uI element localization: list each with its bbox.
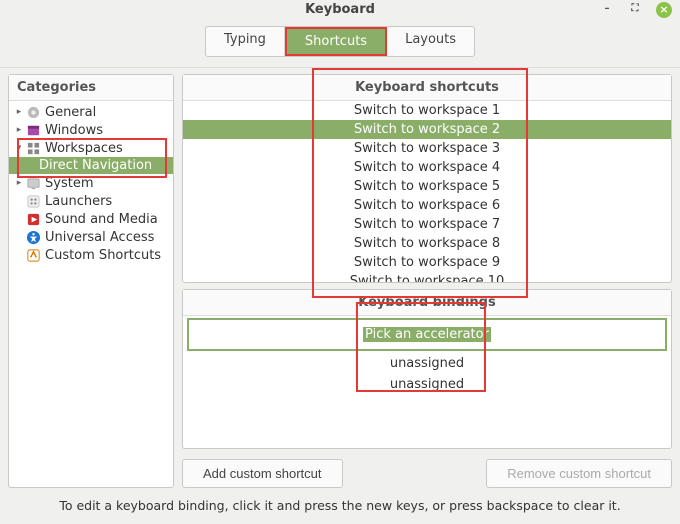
bindings-list: Pick an accelerator unassigned unassigne… [183,316,671,448]
category-label: General [45,105,96,120]
categories-header: Categories [9,75,173,101]
tab-layouts[interactable]: Layouts [387,27,474,56]
shortcut-row[interactable]: Switch to workspace 6 [183,196,671,215]
category-universal-access[interactable]: Universal Access [9,228,173,246]
play-icon [25,211,41,227]
category-label: Launchers [45,194,112,209]
accelerator-field[interactable]: Pick an accelerator [187,318,667,351]
category-label: Sound and Media [45,212,158,227]
category-label: Custom Shortcuts [45,248,161,263]
tab-typing[interactable]: Typing [206,27,285,56]
window-icon [25,122,41,138]
chevron-down-icon: ▾ [13,142,25,154]
minimize-icon[interactable]: – [600,2,614,16]
bindings-panel: Keyboard bindings Pick an accelerator un… [182,289,672,449]
category-launchers[interactable]: Launchers [9,192,173,210]
shortcut-row[interactable]: Switch to workspace 8 [183,234,671,253]
shortcut-row[interactable]: Switch to workspace 1 [183,101,671,120]
categories-panel: Categories ▸ General ▸ Windows [8,74,174,488]
remove-custom-shortcut-button: Remove custom shortcut [486,459,672,488]
shortcuts-list[interactable]: Switch to workspace 1Switch to workspace… [183,101,671,282]
category-custom-shortcuts[interactable]: Custom Shortcuts [9,246,173,264]
tab-group: Typing Shortcuts Layouts [205,26,475,57]
category-label: Windows [45,123,103,138]
action-row: Add custom shortcut Remove custom shortc… [182,455,672,488]
shortcut-row[interactable]: Switch to workspace 5 [183,177,671,196]
category-windows[interactable]: ▸ Windows [9,121,173,139]
categories-tree: ▸ General ▸ Windows ▾ [9,101,173,487]
category-system[interactable]: ▸ System [9,174,173,192]
tab-shortcuts[interactable]: Shortcuts [285,27,387,56]
shortcut-row[interactable]: Switch to workspace 3 [183,139,671,158]
shortcut-row[interactable]: Switch to workspace 2 [183,120,671,139]
launcher-icon [25,193,41,209]
binding-row[interactable]: unassigned [183,353,671,374]
gear-icon [25,104,41,120]
bindings-header: Keyboard bindings [183,290,671,316]
shortcuts-header: Keyboard shortcuts [183,75,671,101]
category-label: Universal Access [45,230,154,245]
shortcut-row[interactable]: Switch to workspace 4 [183,158,671,177]
tab-row: Typing Shortcuts Layouts [0,20,680,68]
binding-row[interactable]: unassigned [183,374,671,395]
category-sound-media[interactable]: Sound and Media [9,210,173,228]
shortcut-row[interactable]: Switch to workspace 7 [183,215,671,234]
shortcut-row[interactable]: Switch to workspace 10 [183,272,671,282]
keyboard-settings-window: Keyboard – ⛶ × Typing Shortcuts Layouts … [0,0,680,524]
workspaces-icon [25,140,41,156]
chevron-right-icon: ▸ [13,124,25,136]
category-label: Workspaces [45,141,123,156]
main-area: Categories ▸ General ▸ Windows [0,68,680,492]
shortcut-icon [25,247,41,263]
chevron-right-icon: ▸ [13,106,25,118]
shortcut-row[interactable]: Switch to workspace 9 [183,253,671,272]
category-general[interactable]: ▸ General [9,103,173,121]
accelerator-text: Pick an accelerator [363,327,491,342]
category-label: System [45,176,93,191]
system-icon [25,175,41,191]
accessibility-icon [25,229,41,245]
close-icon[interactable]: × [656,2,672,18]
maximize-icon[interactable]: ⛶ [628,2,642,16]
chevron-right-icon: ▸ [13,177,25,189]
window-controls: – ⛶ × [600,2,672,18]
shortcuts-panel: Keyboard shortcuts Switch to workspace 1… [182,74,672,283]
add-custom-shortcut-button[interactable]: Add custom shortcut [182,459,343,488]
category-label: Direct Navigation [39,158,152,173]
titlebar: Keyboard – ⛶ × [0,0,680,20]
right-column: Keyboard shortcuts Switch to workspace 1… [182,74,672,488]
window-title: Keyboard [305,2,375,17]
category-workspaces[interactable]: ▾ Workspaces [9,139,173,157]
hint-text: To edit a keyboard binding, click it and… [0,492,680,517]
category-direct-navigation[interactable]: Direct Navigation [9,157,173,174]
